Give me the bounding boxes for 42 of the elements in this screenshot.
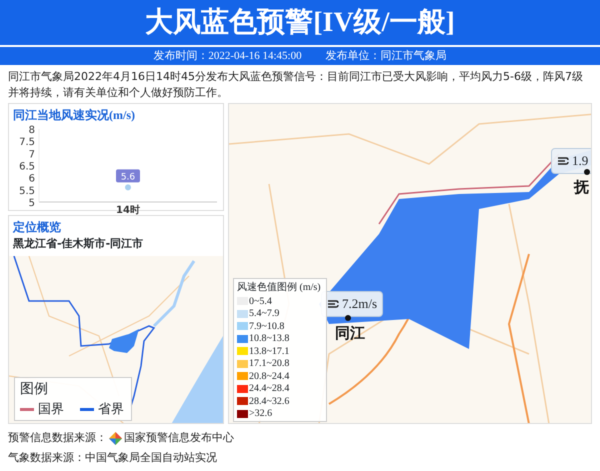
legend-label: 7.9~10.8 [249, 320, 284, 334]
legend-label: 20.8~24.4 [249, 370, 290, 384]
legend-title: 风速色值图例 (m/s) [237, 280, 322, 295]
legend-label: 28.4~32.6 [249, 394, 290, 409]
city-label: 抚 [574, 177, 589, 198]
data-point [125, 184, 131, 190]
legend-label: 0~5.4 [249, 294, 272, 309]
source-name: 国家预警信息发布中心 [124, 430, 234, 446]
publish-time: 发布时间：2022-04-16 14:45:00 [153, 50, 302, 62]
publish-unit: 发布单位：同江市气象局 [326, 50, 447, 62]
location-title: 定位概览 [12, 219, 62, 236]
y-tick-label: 8 [28, 125, 35, 136]
y-tick-label: 5.5 [19, 186, 35, 197]
reading-text: 7.2m/s [342, 295, 378, 313]
x-tick-label: 14时 [116, 205, 140, 216]
legend-title: 图例 [20, 380, 49, 398]
chart-title: 同江当地风速实况(m/s) [12, 107, 136, 124]
alert-title: 大风蓝色预警[IV级/一般] [0, 0, 600, 45]
y-tick-label: 7.5 [19, 137, 35, 148]
y-tick-label: 5 [28, 198, 35, 209]
location-path: 黑龙江省-佳木斯市-同江市 [12, 236, 144, 252]
wind-icon [327, 298, 339, 309]
source-label: 预警信息数据来源： [8, 430, 107, 446]
legend-label: 省界 [98, 400, 124, 418]
legend-label: 24.4~28.4 [249, 382, 290, 396]
legend-label: 国界 [38, 400, 64, 418]
data-label: 5.6 [120, 172, 136, 182]
alert-description: 同江市气象局2022年4月16日14时45分发布大风蓝色预警信号：目前同江市已受大风影响，平均风力5-6级，阵风7级并将持续，请有关单位和个人做好预防工作。 [7, 69, 584, 101]
legend-label: 13.8~17.1 [249, 344, 290, 359]
y-tick-label: 6 [28, 174, 35, 185]
legend-label: 17.1~20.8 [249, 357, 290, 372]
city-label: 同江 [335, 323, 365, 344]
legend-label: 10.8~13.8 [249, 332, 290, 346]
data-label: 5.6 [116, 169, 140, 182]
source-label: 气象数据来源：中国气象局全国自动站实况 [8, 450, 217, 466]
reading-text: 1.9 [572, 152, 588, 170]
y-tick-label: 6.5 [19, 162, 35, 172]
diamond-logo-icon [109, 432, 122, 444]
wind-icon [557, 156, 569, 166]
legend-label: >32.6 [249, 407, 272, 422]
y-tick-label: 7 [28, 149, 35, 160]
legend-label: 5.4~7.9 [249, 307, 280, 322]
